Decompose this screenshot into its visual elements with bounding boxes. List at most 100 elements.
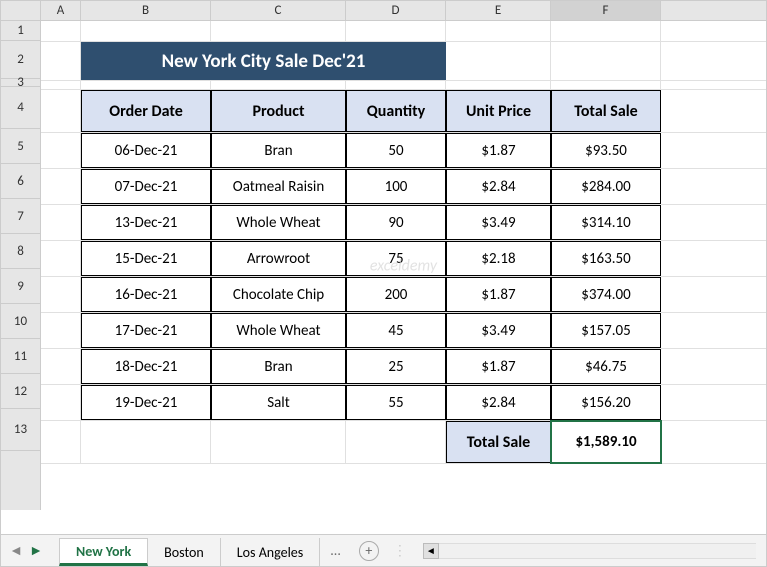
cell[interactable]	[41, 205, 81, 240]
col-header-B[interactable]: B	[81, 1, 211, 20]
cell[interactable]: $374.00	[551, 277, 661, 312]
cell[interactable]: 90	[346, 205, 446, 240]
table-title[interactable]: New York City Sale Dec'21	[81, 42, 446, 80]
row-header-4[interactable]: 4	[1, 87, 40, 129]
cell[interactable]	[41, 90, 81, 132]
cell[interactable]	[81, 421, 211, 463]
cell[interactable]: 13-Dec-21	[81, 205, 211, 240]
cell[interactable]	[551, 81, 661, 89]
table-header[interactable]: Total Sale	[551, 90, 661, 132]
cell[interactable]	[41, 169, 81, 204]
row-header-3[interactable]: 3	[1, 79, 40, 87]
cell[interactable]: $2.84	[446, 169, 551, 204]
cell[interactable]	[41, 21, 81, 41]
cell[interactable]: $3.49	[446, 205, 551, 240]
cell[interactable]	[41, 313, 81, 348]
cell[interactable]	[211, 421, 346, 463]
cell[interactable]	[41, 385, 81, 420]
add-sheet-button[interactable]: +	[359, 541, 379, 561]
cell[interactable]	[41, 277, 81, 312]
cell[interactable]: $284.00	[551, 169, 661, 204]
cell[interactable]: Bran	[211, 133, 346, 168]
scroll-left-icon[interactable]: ◄	[423, 543, 439, 559]
cell[interactable]	[211, 81, 346, 89]
cell[interactable]: 50	[346, 133, 446, 168]
cell[interactable]: 55	[346, 385, 446, 420]
cell[interactable]	[346, 421, 446, 463]
cell[interactable]: 19-Dec-21	[81, 385, 211, 420]
cell[interactable]: Bran	[211, 349, 346, 384]
cell[interactable]	[41, 42, 81, 80]
cell[interactable]	[41, 133, 81, 168]
cell[interactable]: $2.84	[446, 385, 551, 420]
cell[interactable]: 200	[346, 277, 446, 312]
cell[interactable]: 17-Dec-21	[81, 313, 211, 348]
cell[interactable]: 100	[346, 169, 446, 204]
row-header-1[interactable]: 1	[1, 21, 40, 41]
row-header-6[interactable]: 6	[1, 164, 40, 199]
cell[interactable]: $163.50	[551, 241, 661, 276]
tab-more[interactable]: ...	[320, 542, 351, 559]
table-header[interactable]: Unit Price	[446, 90, 551, 132]
cell[interactable]	[41, 349, 81, 384]
col-header-E[interactable]: E	[446, 1, 551, 20]
row-header-10[interactable]: 10	[1, 304, 40, 339]
cell[interactable]	[41, 421, 81, 463]
tab-prev-icon[interactable]: ◄	[9, 544, 23, 558]
cell[interactable]	[551, 21, 661, 41]
cell[interactable]	[41, 81, 81, 89]
cell[interactable]	[346, 81, 446, 89]
row-header-2[interactable]: 2	[1, 41, 40, 79]
col-header-D[interactable]: D	[346, 1, 446, 20]
cell[interactable]: Chocolate Chip	[211, 277, 346, 312]
row-header-5[interactable]: 5	[1, 129, 40, 164]
cell[interactable]	[81, 81, 211, 89]
cell[interactable]: $1.87	[446, 277, 551, 312]
table-header[interactable]: Product	[211, 90, 346, 132]
tab-new-york[interactable]: New York	[59, 538, 148, 566]
scroll-track[interactable]	[439, 543, 756, 559]
cell[interactable]: Arrowroot	[211, 241, 346, 276]
row-header-9[interactable]: 9	[1, 269, 40, 304]
cells-area[interactable]: New York City Sale Dec'21 Order DateProdu…	[41, 21, 766, 510]
cell[interactable]: 16-Dec-21	[81, 277, 211, 312]
cell[interactable]: $1.87	[446, 133, 551, 168]
row-header-7[interactable]: 7	[1, 199, 40, 234]
cell[interactable]: 06-Dec-21	[81, 133, 211, 168]
table-header[interactable]: Order Date	[81, 90, 211, 132]
cell[interactable]: Whole Wheat	[211, 205, 346, 240]
tab-los-angeles[interactable]: Los Angeles	[221, 538, 320, 566]
cell[interactable]: Whole Wheat	[211, 313, 346, 348]
table-header[interactable]: Quantity	[346, 90, 446, 132]
cell[interactable]: $314.10	[551, 205, 661, 240]
cell[interactable]	[41, 241, 81, 276]
row-header-13[interactable]: 13	[1, 409, 40, 451]
cell[interactable]: $157.05	[551, 313, 661, 348]
select-all-corner[interactable]	[1, 1, 41, 20]
cell[interactable]: 75	[346, 241, 446, 276]
cell[interactable]: 45	[346, 313, 446, 348]
col-header-C[interactable]: C	[211, 1, 346, 20]
cell[interactable]: 15-Dec-21	[81, 241, 211, 276]
cell[interactable]	[446, 81, 551, 89]
cell[interactable]	[211, 21, 346, 41]
cell[interactable]: $93.50	[551, 133, 661, 168]
row-header-11[interactable]: 11	[1, 339, 40, 374]
row-header-8[interactable]: 8	[1, 234, 40, 269]
cell[interactable]	[446, 42, 551, 80]
cell[interactable]: Oatmeal Raisin	[211, 169, 346, 204]
cell[interactable]: 18-Dec-21	[81, 349, 211, 384]
cell[interactable]: Salt	[211, 385, 346, 420]
tab-next-icon[interactable]: ►	[29, 544, 43, 558]
cell[interactable]: 25	[346, 349, 446, 384]
cell[interactable]: $46.75	[551, 349, 661, 384]
cell[interactable]: $156.20	[551, 385, 661, 420]
tab-boston[interactable]: Boston	[148, 538, 221, 566]
col-header-F[interactable]: F	[551, 1, 661, 20]
cell[interactable]	[81, 21, 211, 41]
total-label[interactable]: Total Sale	[446, 421, 551, 463]
cell[interactable]: $1.87	[446, 349, 551, 384]
cell[interactable]	[446, 21, 551, 41]
cell[interactable]: 07-Dec-21	[81, 169, 211, 204]
cell[interactable]: $3.49	[446, 313, 551, 348]
